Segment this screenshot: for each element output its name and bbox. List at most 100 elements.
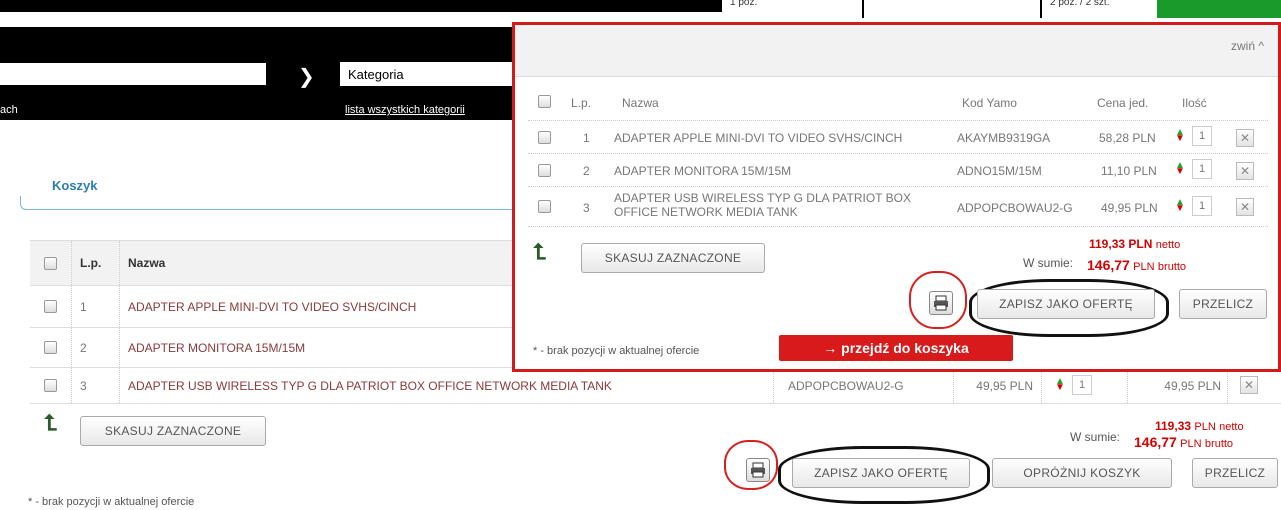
footnote: * - brak pozycji w aktualnej ofercie bbox=[28, 496, 194, 508]
table-row: 3 ADAPTER USB WIRELESS TYP G DLA PATRIOT… bbox=[30, 368, 1281, 404]
gross-unit: PLN bbox=[1180, 438, 1202, 450]
row-checkbox[interactable] bbox=[44, 379, 57, 392]
go-to-cart-button[interactable]: → przejdź do koszyka bbox=[779, 335, 1013, 361]
empty-cart-button[interactable]: OPRÓŻNIJ KOSZYK bbox=[992, 458, 1172, 488]
popup-quantity-stepper[interactable]: ▲ ▼ 1 bbox=[1174, 126, 1212, 146]
unit-price: 49,95 PLN bbox=[976, 378, 1033, 393]
product-name-link[interactable]: ADAPTER MONITORA 15M/15M bbox=[128, 341, 305, 355]
popup-footnote: * - brak pozycji w aktualnej ofercie bbox=[533, 345, 699, 357]
row-price-cell: 49,95 PLN bbox=[954, 368, 1042, 403]
delete-row-button[interactable]: ✕ bbox=[1240, 376, 1258, 394]
popup-product-code: ADPOPCBOWAU2-G bbox=[957, 201, 1073, 215]
select-all-checkbox[interactable] bbox=[44, 256, 57, 270]
popup-recalculate-button[interactable]: PRZELICZ bbox=[1179, 289, 1267, 319]
popup-product-name[interactable]: ADAPTER MONITORA 15M/15M bbox=[614, 164, 791, 178]
footnote-text: - brak pozycji w aktualnej ofercie bbox=[32, 496, 195, 508]
popup-table-row: 1 ADAPTER APPLE MINI-DVI TO VIDEO SVHS/C… bbox=[528, 121, 1268, 154]
product-code: ADPOPCBOWAU2-G bbox=[788, 378, 904, 393]
popup-product-name[interactable]: ADAPTER USB WIRELESS TYP G DLA PATRIOT B… bbox=[614, 191, 911, 219]
popup-row-checkbox[interactable] bbox=[538, 131, 551, 144]
popup-product-name[interactable]: ADAPTER APPLE MINI-DVI TO VIDEO SVHS/CIN… bbox=[614, 131, 902, 145]
popup-row-checkbox[interactable] bbox=[538, 200, 551, 213]
row-checkbox[interactable] bbox=[44, 341, 57, 354]
cart-tab-border bbox=[20, 196, 520, 210]
quantity-input[interactable]: 1 bbox=[1072, 375, 1092, 395]
popup-unit-price: 11,10 PLN bbox=[1101, 164, 1157, 178]
row-name-cell: ADAPTER APPLE MINI-DVI TO VIDEO SVHS/CIN… bbox=[120, 286, 540, 327]
popup-header: zwiń ^ bbox=[515, 25, 1278, 77]
top-separator bbox=[862, 0, 864, 18]
delete-selected-button[interactable]: SKASUJ ZAZNACZONE bbox=[80, 416, 266, 446]
top-cell-2: 2 poz. / 2 szt. bbox=[1042, 0, 1157, 12]
popup-table-row: 2 ADAPTER MONITORA 15M/15M ADNO15M/15M 1… bbox=[528, 154, 1268, 187]
quantity-arrows-icon[interactable]: ▲ ▼ bbox=[1174, 161, 1186, 177]
popup-select-all-checkbox[interactable] bbox=[538, 95, 551, 108]
cart-tab[interactable]: Koszyk bbox=[52, 178, 98, 193]
recalculate-button[interactable]: PRZELICZ bbox=[1192, 458, 1278, 488]
popup-delete-row-button[interactable]: ✕ bbox=[1236, 129, 1254, 147]
row-lp: 1 bbox=[80, 299, 87, 314]
popup-gross-label: brutto bbox=[1157, 261, 1187, 273]
popup-product-name-line1: ADAPTER USB WIRELESS TYP G DLA PATRIOT B… bbox=[614, 191, 911, 205]
quantity-stepper[interactable]: ▲ ▼ 1 bbox=[1054, 375, 1092, 395]
row-checkbox-cell bbox=[30, 286, 72, 327]
top-green-button[interactable] bbox=[1157, 0, 1281, 18]
row-name-cell: ADAPTER USB WIRELESS TYP G DLA PATRIOT B… bbox=[120, 368, 774, 403]
header-checkbox-cell bbox=[30, 241, 72, 285]
all-categories-link[interactable]: lista wszystkich kategorii bbox=[345, 104, 465, 116]
top-cell-1: 1 poz. bbox=[722, 0, 862, 12]
popup-table-row: 3 ADAPTER USB WIRELESS TYP G DLA PATRIOT… bbox=[528, 187, 1268, 227]
category-select[interactable]: Kategoria bbox=[340, 62, 520, 86]
gross-value: 146,77 bbox=[1134, 434, 1177, 450]
cart-gross-total: 146,77 PLN brutto bbox=[1134, 432, 1233, 454]
row-checkbox-cell bbox=[30, 328, 72, 367]
popup-quantity-input[interactable]: 1 bbox=[1192, 159, 1212, 179]
row-qty-cell: ▲ ▼ 1 bbox=[1042, 368, 1128, 403]
return-arrow-icon: ⮤ bbox=[44, 410, 57, 435]
save-as-offer-button[interactable]: ZAPISZ JAKO OFERTĘ bbox=[792, 458, 970, 488]
net-value: 119,33 bbox=[1155, 419, 1192, 433]
product-name-link[interactable]: ADAPTER USB WIRELESS TYP G DLA PATRIOT B… bbox=[128, 379, 612, 393]
popup-delete-row-button[interactable]: ✕ bbox=[1236, 162, 1254, 180]
row-name-cell: ADAPTER MONITORA 15M/15M bbox=[120, 328, 540, 367]
quantity-arrows-icon[interactable]: ▲ ▼ bbox=[1174, 198, 1186, 214]
popup-save-as-offer-button[interactable]: ZAPISZ JAKO OFERTĘ bbox=[977, 289, 1155, 319]
popup-print-icon[interactable] bbox=[929, 291, 953, 315]
row-checkbox[interactable] bbox=[44, 300, 57, 313]
product-name-link[interactable]: ADAPTER APPLE MINI-DVI TO VIDEO SVHS/CIN… bbox=[128, 300, 416, 314]
top-cell-1-text: 1 poz. bbox=[730, 0, 758, 8]
popup-footnote-text: - brak pozycji w aktualnej ofercie bbox=[537, 345, 700, 357]
popup-gross-unit: PLN bbox=[1133, 261, 1155, 273]
popup-quantity-stepper[interactable]: ▲ ▼ 1 bbox=[1174, 196, 1212, 216]
popup-net-value: 119,33 PLN bbox=[1089, 237, 1153, 251]
popup-product-code: ADNO15M/15M bbox=[957, 164, 1042, 178]
quantity-arrows-icon[interactable]: ▲ ▼ bbox=[1054, 377, 1066, 393]
gross-label: brutto bbox=[1204, 438, 1234, 450]
popup-column-lp: L.p. bbox=[571, 96, 592, 110]
search-input[interactable] bbox=[0, 63, 266, 85]
category-select-label: Kategoria bbox=[348, 67, 404, 82]
row-lp-cell: 1 bbox=[72, 286, 120, 327]
header-left-text: ach bbox=[0, 104, 18, 116]
popup-column-qty: Ilość bbox=[1182, 96, 1207, 110]
popup-row-lp: 2 bbox=[583, 164, 590, 178]
popup-product-code: AKAYMB9319GA bbox=[957, 131, 1051, 145]
popup-row-checkbox[interactable] bbox=[538, 164, 551, 177]
chevron-right-icon[interactable]: ❯ bbox=[298, 64, 315, 89]
header-name-cell: Nazwa bbox=[120, 241, 540, 285]
collapse-link[interactable]: zwiń ^ bbox=[1231, 39, 1264, 53]
popup-quantity-input[interactable]: 1 bbox=[1192, 126, 1212, 146]
popup-delete-row-button[interactable]: ✕ bbox=[1236, 198, 1254, 216]
mini-cart-popup: zwiń ^ L.p. Nazwa Kod Yamo Cena jed. Ilo… bbox=[512, 22, 1281, 372]
popup-delete-selected-button[interactable]: SKASUJ ZAZNACZONE bbox=[581, 243, 765, 273]
popup-column-code: Kod Yamo bbox=[962, 96, 1017, 110]
quantity-arrows-icon[interactable]: ▲ ▼ bbox=[1174, 128, 1186, 144]
row-checkbox-cell bbox=[30, 368, 72, 403]
popup-quantity-input[interactable]: 1 bbox=[1192, 196, 1212, 216]
popup-quantity-stepper[interactable]: ▲ ▼ 1 bbox=[1174, 159, 1212, 179]
top-cell-2-text: 2 poz. / 2 szt. bbox=[1050, 0, 1110, 8]
row-lp-cell: 2 bbox=[72, 328, 120, 367]
popup-product-name-line2: OFFICE NETWORK MEDIA TANK bbox=[614, 205, 798, 219]
print-icon[interactable] bbox=[746, 458, 770, 482]
row-lp: 3 bbox=[80, 378, 87, 393]
